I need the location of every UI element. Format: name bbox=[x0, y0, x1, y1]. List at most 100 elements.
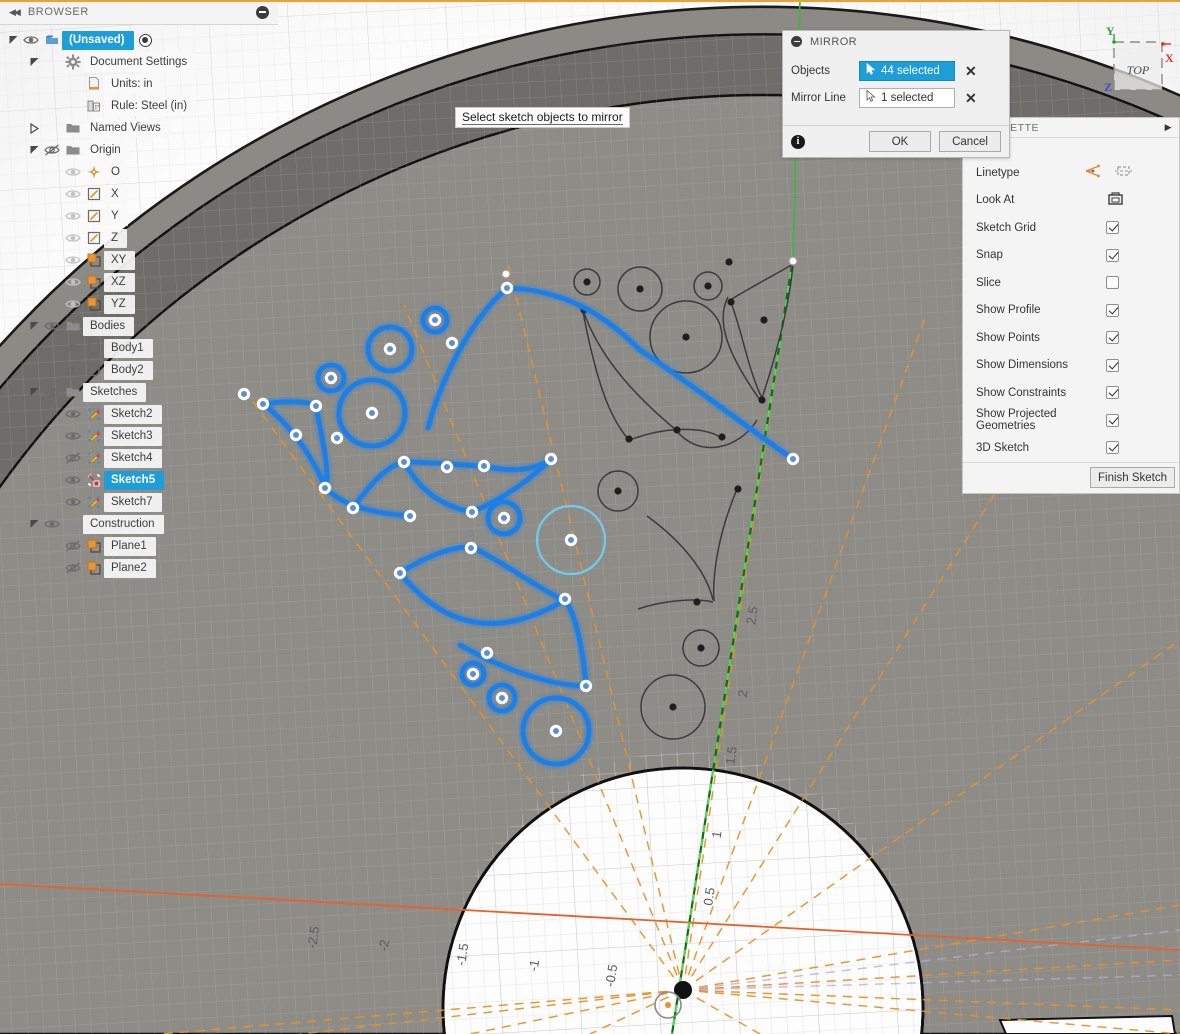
visibility-eye-icon[interactable] bbox=[62, 254, 84, 266]
visibility-eye-icon[interactable] bbox=[20, 34, 42, 46]
mirror-dialog-header[interactable]: MIRROR bbox=[783, 31, 1009, 52]
palette-row-show-constraints[interactable]: Show Constraints bbox=[963, 379, 1179, 407]
twisty-expanded-icon[interactable] bbox=[6, 35, 20, 46]
mirror-cancel-button[interactable]: Cancel bbox=[939, 131, 1001, 152]
browser-item-sketch3[interactable]: Sketch3 bbox=[0, 425, 278, 447]
browser-item-construction[interactable]: Construction bbox=[0, 513, 278, 535]
browser-item-origin[interactable]: Origin bbox=[0, 139, 278, 161]
minus-circle-icon[interactable] bbox=[791, 36, 802, 47]
mirror-line-selection[interactable]: 1 selected bbox=[859, 88, 955, 108]
clear-objects-selection-icon[interactable]: ✕ bbox=[965, 64, 977, 78]
visibility-eye-icon[interactable] bbox=[62, 188, 84, 200]
browser-item-yz[interactable]: YZ bbox=[0, 293, 278, 315]
visibility-eye-icon[interactable] bbox=[62, 540, 84, 552]
browser-item-sketches[interactable]: Sketches bbox=[0, 381, 278, 403]
visibility-eye-icon[interactable] bbox=[62, 298, 84, 310]
browser-item-sketch2[interactable]: Sketch2 bbox=[0, 403, 278, 425]
palette-row-show-projected-geometries[interactable]: Show Projected Geometries bbox=[963, 407, 1179, 435]
browser-item-body1[interactable]: Body1 bbox=[0, 337, 278, 359]
view-cube[interactable]: TOP X Y Z bbox=[1093, 22, 1180, 120]
browser-item-plane2[interactable]: Plane2 bbox=[0, 557, 278, 579]
sketch-palette[interactable]: CH PALETTE ▶ ns Linetype Look At bbox=[962, 117, 1180, 494]
mirror-row-objects[interactable]: Objects 44 selected ✕ bbox=[783, 57, 1009, 84]
browser-item-label: (Unsaved) bbox=[62, 31, 134, 50]
palette-row-show-points[interactable]: Show Points bbox=[963, 324, 1179, 352]
slice-checkbox[interactable] bbox=[1106, 276, 1119, 289]
twisty-expanded-icon[interactable] bbox=[27, 387, 41, 398]
visibility-eye-icon[interactable] bbox=[62, 408, 84, 420]
twisty-collapsed-icon[interactable] bbox=[27, 123, 41, 134]
info-icon[interactable]: i bbox=[791, 135, 805, 149]
visibility-eye-icon[interactable] bbox=[62, 276, 84, 288]
look-at-icon[interactable] bbox=[1107, 191, 1124, 209]
visibility-eye-icon[interactable] bbox=[62, 496, 84, 508]
twisty-expanded-icon[interactable] bbox=[27, 519, 41, 530]
palette-label-linetype: Linetype bbox=[976, 167, 1084, 179]
visibility-eye-icon[interactable] bbox=[62, 452, 84, 464]
browser-item-plane1[interactable]: Plane1 bbox=[0, 535, 278, 557]
twisty-expanded-icon[interactable] bbox=[27, 321, 41, 332]
visibility-eye-icon[interactable] bbox=[62, 342, 84, 354]
show-profile-checkbox[interactable] bbox=[1106, 304, 1119, 317]
visibility-eye-icon[interactable] bbox=[41, 518, 63, 530]
browser-item-unsaved[interactable]: (Unsaved) bbox=[0, 29, 278, 51]
palette-row-show-dimensions[interactable]: Show Dimensions bbox=[963, 352, 1179, 380]
browser-item-units-in[interactable]: Units: in bbox=[0, 73, 278, 95]
browser-item-document-settings[interactable]: Document Settings bbox=[0, 51, 278, 73]
twisty-expanded-icon[interactable] bbox=[27, 145, 41, 156]
browser-item-sketch7[interactable]: Sketch7 bbox=[0, 491, 278, 513]
clear-mirror-line-selection-icon[interactable]: ✕ bbox=[965, 91, 977, 105]
palette-row-snap[interactable]: Snap bbox=[963, 242, 1179, 270]
3d-sketch-checkbox[interactable] bbox=[1106, 441, 1119, 454]
show-projected-geometries-checkbox[interactable] bbox=[1106, 414, 1119, 427]
visibility-eye-icon[interactable] bbox=[41, 144, 63, 156]
show-points-checkbox[interactable] bbox=[1106, 331, 1119, 344]
palette-row-slice[interactable]: Slice bbox=[963, 269, 1179, 297]
minus-circle-icon[interactable] bbox=[256, 6, 269, 19]
twisty-expanded-icon[interactable] bbox=[27, 57, 41, 68]
mirror-row-mirror-line[interactable]: Mirror Line 1 selected ✕ bbox=[783, 84, 1009, 111]
visibility-eye-icon[interactable] bbox=[62, 364, 84, 376]
centerline-linetype-icon[interactable] bbox=[1115, 164, 1132, 181]
snap-checkbox[interactable] bbox=[1106, 249, 1119, 262]
sketch-grid-checkbox[interactable] bbox=[1106, 221, 1119, 234]
show-dimensions-checkbox[interactable] bbox=[1106, 359, 1119, 372]
browser-item-label: Sketch3 bbox=[104, 427, 162, 446]
visibility-eye-icon[interactable] bbox=[62, 562, 84, 574]
browser-item-xy[interactable]: XY bbox=[0, 249, 278, 271]
browser-item-sketch5[interactable]: Sketch5 bbox=[0, 469, 278, 491]
mirror-dialog[interactable]: MIRROR Objects 44 selected ✕ Mirror Line bbox=[782, 30, 1010, 158]
show-constraints-checkbox[interactable] bbox=[1106, 386, 1119, 399]
browser-item-named-views[interactable]: Named Views bbox=[0, 117, 278, 139]
browser-panel[interactable]: ◀◀ BROWSER (Unsaved)Document SettingsUni… bbox=[0, 0, 278, 579]
browser-item-body2[interactable]: Body2 bbox=[0, 359, 278, 381]
palette-row-show-profile[interactable]: Show Profile bbox=[963, 297, 1179, 325]
visibility-eye-icon[interactable] bbox=[62, 210, 84, 222]
mirror-ok-button[interactable]: OK bbox=[869, 131, 931, 152]
browser-item-bodies[interactable]: Bodies bbox=[0, 315, 278, 337]
visibility-eye-icon[interactable] bbox=[41, 320, 63, 332]
browser-item-y[interactable]: Y bbox=[0, 205, 278, 227]
browser-item-z[interactable]: Z bbox=[0, 227, 278, 249]
visibility-eye-icon[interactable] bbox=[41, 386, 63, 398]
palette-row-look-at[interactable]: Look At bbox=[963, 187, 1179, 215]
visibility-eye-icon[interactable] bbox=[62, 166, 84, 178]
browser-item-sketch4[interactable]: Sketch4 bbox=[0, 447, 278, 469]
visibility-eye-icon[interactable] bbox=[62, 232, 84, 244]
construction-linetype-icon[interactable] bbox=[1084, 164, 1101, 181]
browser-item-o[interactable]: O bbox=[0, 161, 278, 183]
palette-row-linetype[interactable]: Linetype bbox=[963, 159, 1179, 187]
chevron-right-icon[interactable]: ▶ bbox=[1165, 122, 1172, 133]
browser-item-x[interactable]: X bbox=[0, 183, 278, 205]
mirror-objects-selection[interactable]: 44 selected bbox=[859, 61, 955, 81]
browser-tree[interactable]: (Unsaved)Document SettingsUnits: inRule:… bbox=[0, 25, 278, 579]
active-document-radio[interactable] bbox=[139, 34, 152, 47]
visibility-eye-icon[interactable] bbox=[62, 474, 84, 486]
palette-row-sketch-grid[interactable]: Sketch Grid bbox=[963, 214, 1179, 242]
browser-item-rule-steel-in[interactable]: Rule: Steel (in) bbox=[0, 95, 278, 117]
finish-sketch-button[interactable]: Finish Sketch bbox=[1090, 467, 1175, 488]
visibility-eye-icon[interactable] bbox=[62, 430, 84, 442]
collapse-left-arrows-icon[interactable]: ◀◀ bbox=[9, 7, 19, 18]
browser-item-xz[interactable]: XZ bbox=[0, 271, 278, 293]
palette-row-3d-sketch[interactable]: 3D Sketch bbox=[963, 434, 1179, 462]
